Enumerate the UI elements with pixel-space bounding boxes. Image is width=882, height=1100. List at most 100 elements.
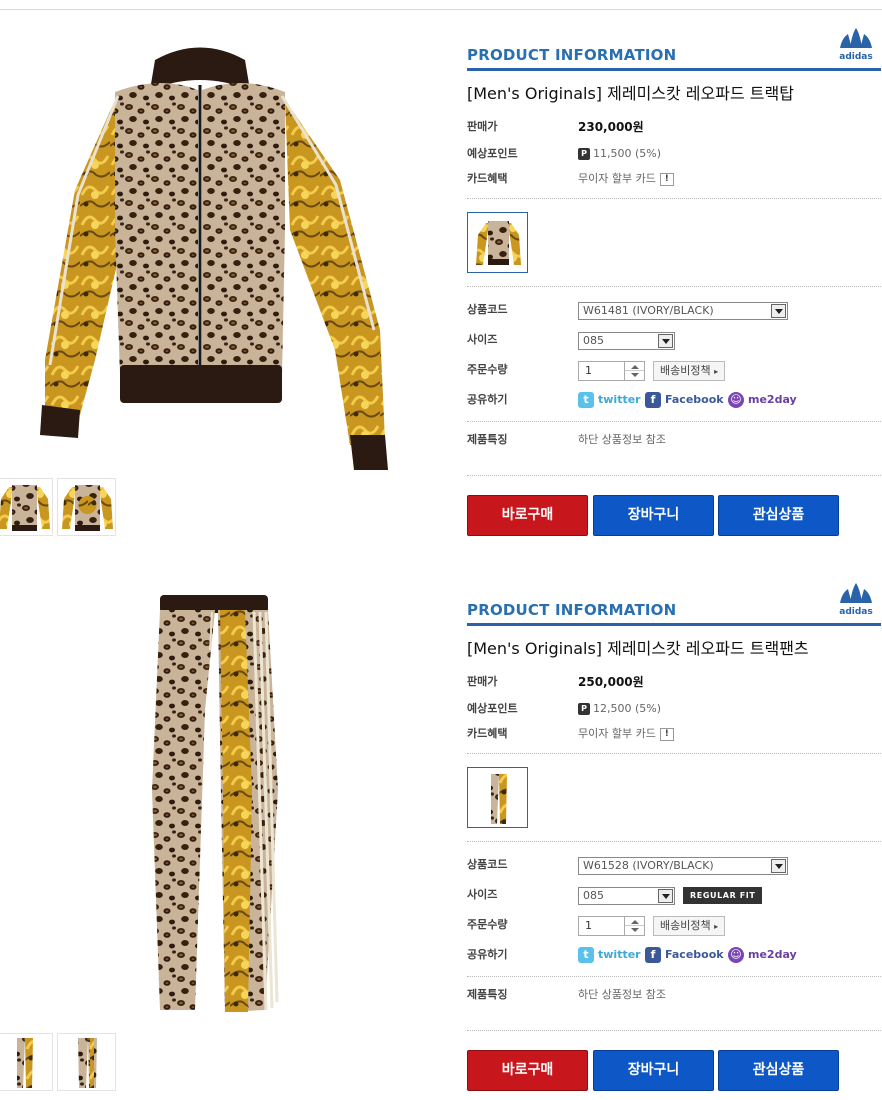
product-code-select[interactable]: W61528 (IVORY/BLACK) bbox=[578, 857, 788, 875]
thumbnail-side[interactable] bbox=[57, 1033, 116, 1091]
jacket-image bbox=[40, 47, 388, 470]
thumbnail-back[interactable] bbox=[57, 478, 116, 536]
divider bbox=[467, 286, 881, 287]
quantity-stepper[interactable]: 1 bbox=[578, 361, 645, 381]
adidas-logo-icon[interactable]: adidas bbox=[836, 579, 876, 619]
product-card-trackpants: PRODUCT INFORMATION adidas [Men's Origin… bbox=[0, 565, 882, 1100]
points-value: 12,500 (5%) bbox=[593, 702, 662, 715]
points-value-wrap: P 12,500 (5%) bbox=[578, 698, 661, 720]
share-me2day-button[interactable]: ☺ me2day bbox=[728, 947, 797, 963]
quantity-stepper[interactable]: 1 bbox=[578, 916, 645, 936]
wishlist-button[interactable]: 관심상품 bbox=[718, 495, 839, 536]
chevron-right-icon: ▸ bbox=[714, 922, 719, 931]
shipping-policy-label: 배송비정책 bbox=[660, 364, 711, 377]
me2day-icon: ☺ bbox=[728, 947, 744, 963]
twitter-label: twitter bbox=[598, 393, 641, 406]
divider bbox=[467, 421, 881, 422]
add-to-cart-button[interactable]: 장바구니 bbox=[593, 1050, 714, 1091]
size-value: 085 bbox=[583, 889, 604, 902]
share-me2day-button[interactable]: ☺ me2day bbox=[728, 392, 797, 408]
quantity-value: 1 bbox=[585, 919, 592, 932]
card-benefit-label: 카드혜택 bbox=[467, 727, 508, 740]
size-value: 085 bbox=[583, 334, 604, 347]
product-code-value: W61528 (IVORY/BLACK) bbox=[583, 859, 714, 872]
increment-icon[interactable] bbox=[631, 365, 639, 369]
divider bbox=[467, 841, 881, 842]
points-value: 11,500 (5%) bbox=[593, 147, 662, 160]
chevron-down-icon[interactable] bbox=[658, 334, 673, 348]
thumbnail-front[interactable] bbox=[0, 1033, 53, 1091]
points-badge-icon: P bbox=[578, 148, 590, 160]
section-title: PRODUCT INFORMATION bbox=[467, 601, 677, 619]
buy-now-button[interactable]: 바로구매 bbox=[467, 495, 588, 536]
points-badge-icon: P bbox=[578, 703, 590, 715]
add-to-cart-button[interactable]: 장바구니 bbox=[593, 495, 714, 536]
color-swatch-selected[interactable] bbox=[467, 212, 528, 273]
chevron-down-icon[interactable] bbox=[771, 304, 786, 318]
share-facebook-button[interactable]: f Facebook bbox=[645, 392, 724, 408]
size-label: 사이즈 bbox=[467, 888, 498, 901]
me2day-label: me2day bbox=[748, 948, 797, 961]
product-info-panel: PRODUCT INFORMATION adidas [Men's Origin… bbox=[467, 10, 882, 555]
card-benefit-label: 카드혜택 bbox=[467, 172, 508, 185]
buy-now-button[interactable]: 바로구매 bbox=[467, 1050, 588, 1091]
quantity-spinner[interactable] bbox=[624, 917, 644, 935]
quantity-label: 주문수량 bbox=[467, 918, 508, 931]
size-select[interactable]: 085 bbox=[578, 332, 675, 350]
product-name: [Men's Originals] 제레미스캇 레오파드 트랙팬츠 bbox=[467, 639, 809, 658]
share-twitter-button[interactable]: t twitter bbox=[578, 392, 641, 408]
share-label: 공유하기 bbox=[467, 948, 508, 961]
facebook-icon: f bbox=[645, 392, 661, 408]
feature-label: 제품특징 bbox=[467, 988, 508, 1001]
chevron-down-icon[interactable] bbox=[658, 889, 673, 903]
color-swatch-selected[interactable] bbox=[467, 767, 528, 828]
quantity-spinner[interactable] bbox=[624, 362, 644, 380]
divider bbox=[467, 198, 881, 199]
me2day-icon: ☺ bbox=[728, 392, 744, 408]
twitter-icon: t bbox=[578, 392, 594, 408]
svg-text:adidas: adidas bbox=[839, 52, 872, 62]
size-select[interactable]: 085 bbox=[578, 887, 675, 905]
chevron-right-icon: ▸ bbox=[714, 367, 719, 376]
adidas-logo-icon[interactable]: adidas bbox=[836, 24, 876, 64]
increment-icon[interactable] bbox=[631, 920, 639, 924]
product-info-panel: PRODUCT INFORMATION adidas [Men's Origin… bbox=[467, 565, 882, 1100]
divider bbox=[467, 753, 881, 754]
info-icon[interactable]: ! bbox=[659, 727, 674, 741]
price-value: 250,000원 bbox=[578, 675, 644, 689]
card-benefit-value: 무이자 할부 카드 bbox=[578, 172, 656, 185]
shipping-policy-button[interactable]: 배송비정책 ▸ bbox=[653, 361, 726, 381]
shipping-policy-button[interactable]: 배송비정책 ▸ bbox=[653, 916, 726, 936]
me2day-label: me2day bbox=[748, 393, 797, 406]
title-underline bbox=[467, 68, 881, 71]
share-twitter-button[interactable]: t twitter bbox=[578, 947, 641, 963]
title-underline bbox=[467, 623, 881, 626]
chevron-down-icon[interactable] bbox=[771, 859, 786, 873]
card-benefit-wrap: 무이자 할부 카드! bbox=[578, 723, 674, 745]
wishlist-button[interactable]: 관심상품 bbox=[718, 1050, 839, 1091]
feature-label: 제품특징 bbox=[467, 433, 508, 446]
info-icon[interactable]: ! bbox=[659, 172, 674, 186]
price-label: 판매가 bbox=[467, 120, 498, 133]
product-code-label: 상품코드 bbox=[467, 303, 508, 316]
decrement-icon[interactable] bbox=[631, 928, 639, 932]
price-label: 판매가 bbox=[467, 675, 498, 688]
share-facebook-button[interactable]: f Facebook bbox=[645, 947, 724, 963]
shipping-policy-label: 배송비정책 bbox=[660, 919, 711, 932]
product-code-select[interactable]: W61481 (IVORY/BLACK) bbox=[578, 302, 788, 320]
feature-value: 하단 상품정보 참조 bbox=[578, 433, 666, 446]
points-label: 예상포인트 bbox=[467, 702, 518, 715]
divider bbox=[467, 976, 881, 977]
points-label: 예상포인트 bbox=[467, 147, 518, 160]
svg-text:adidas: adidas bbox=[839, 607, 872, 617]
thumbnail-front[interactable] bbox=[0, 478, 53, 536]
size-label: 사이즈 bbox=[467, 333, 498, 346]
regular-fit-badge[interactable]: REGULAR FIT bbox=[683, 887, 763, 904]
decrement-icon[interactable] bbox=[631, 373, 639, 377]
card-benefit-wrap: 무이자 할부 카드! bbox=[578, 168, 674, 190]
divider bbox=[467, 1030, 881, 1031]
product-code-label: 상품코드 bbox=[467, 858, 508, 871]
quantity-label: 주문수량 bbox=[467, 363, 508, 376]
price-value: 230,000원 bbox=[578, 120, 644, 134]
facebook-icon: f bbox=[645, 947, 661, 963]
